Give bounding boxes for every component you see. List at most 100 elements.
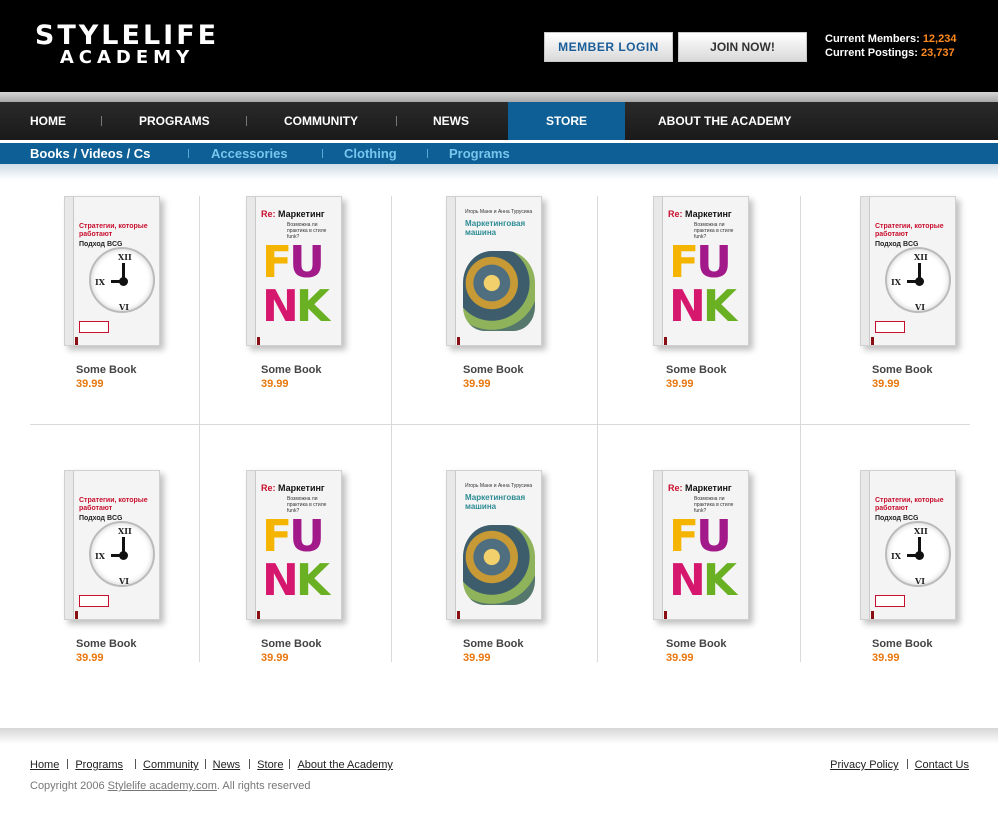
nav-store[interactable]: STORE <box>508 102 625 140</box>
bookmark-ribbon <box>871 337 874 345</box>
publisher-badge <box>79 321 109 333</box>
footer-link-community[interactable]: Community <box>143 759 199 771</box>
cover-title: Re: Маркетинг <box>261 209 325 219</box>
book-spine <box>65 197 74 345</box>
book-cover-image[interactable]: Стратегии, которые работают Подход BCG XII… <box>64 196 160 346</box>
nav-community[interactable]: COMMUNITY <box>284 102 358 140</box>
footer-separator <box>135 759 137 769</box>
footer-link-store[interactable]: Store <box>257 759 283 771</box>
grid-divider <box>391 196 392 662</box>
book-cover-image[interactable]: Игорь Манн и Анна Турусина Маркетинговая … <box>446 470 542 620</box>
clock-hand <box>119 551 128 560</box>
subnav-shadow <box>0 164 998 180</box>
funk-lettering: FU NK <box>262 241 341 332</box>
product-title[interactable]: Some Book <box>463 364 524 376</box>
cover-title: Стратегии, которые работают <box>79 497 148 512</box>
cover-title: Стратегии, которые работают <box>79 223 148 238</box>
nav-home[interactable]: HOME <box>30 102 66 140</box>
nav-news[interactable]: NEWS <box>433 102 469 140</box>
clock-numeral: XII <box>914 252 928 262</box>
book-cover-image[interactable]: Стратегии, которые работают Подход BCG XII… <box>860 196 956 346</box>
footer-separator <box>204 759 206 769</box>
book-cover-image[interactable]: Re: Маркетинг Возможна ли практика в стил… <box>246 196 342 346</box>
clock-icon: XII IX VI <box>885 521 951 587</box>
funk-letter: K <box>702 281 737 332</box>
subnav-separator <box>427 149 428 158</box>
product-title[interactable]: Some Book <box>261 638 322 650</box>
clock-numeral: VI <box>915 302 925 312</box>
copyright-site-link[interactable]: Stylelife academy.com <box>108 780 217 792</box>
member-login-button[interactable]: MEMBER LOGIN <box>544 32 673 62</box>
nav-separator <box>246 116 247 126</box>
footer-link-home[interactable]: Home <box>30 759 59 771</box>
grid-divider <box>800 196 801 662</box>
bookmark-ribbon <box>664 611 667 619</box>
book-cover-image[interactable]: Стратегии, которые работают Подход BCG XII… <box>860 470 956 620</box>
book-cover-image[interactable]: Re: Маркетинг Возможна ли практика в стил… <box>246 470 342 620</box>
funk-letter: N <box>262 281 299 332</box>
logo-line-2: ACADEMY <box>59 47 195 68</box>
subnav-separator <box>188 149 189 158</box>
join-now-button[interactable]: JOIN NOW! <box>678 32 807 62</box>
product-price: 39.99 <box>872 378 900 390</box>
cover-title: Стратегии, которые работают <box>875 497 944 512</box>
footer-link-news[interactable]: News <box>213 759 241 771</box>
footer-link-privacy[interactable]: Privacy Policy <box>830 759 898 771</box>
nav-about[interactable]: ABOUT THE ACADEMY <box>658 102 792 140</box>
postings-count: 23,737 <box>920 47 955 59</box>
clock-numeral: VI <box>119 302 129 312</box>
product-title[interactable]: Some Book <box>463 638 524 650</box>
book-cover-image[interactable]: Игорь Манн и Анна Турусина Маркетинговая … <box>446 196 542 346</box>
product-title[interactable]: Some Book <box>666 638 727 650</box>
copyright-suffix: . All rights reserved <box>216 780 311 792</box>
footer-link-about[interactable]: About the Academy <box>297 759 392 771</box>
book-cover-image[interactable]: Стратегии, которые работают Подход BCG XII… <box>64 470 160 620</box>
subnav-programs[interactable]: Programs <box>449 143 510 164</box>
postings-label: Current Postings: <box>825 47 918 59</box>
footer-secondary-nav: Privacy Policy Contact Us <box>830 759 969 771</box>
machine-illustration <box>463 251 535 331</box>
bookmark-ribbon <box>257 611 260 619</box>
book-spine <box>861 471 870 619</box>
clock-icon: XII IX VI <box>89 247 155 313</box>
cover-title-text: Маркетинг <box>685 209 732 219</box>
clock-numeral: XII <box>118 526 132 536</box>
footer-separator <box>906 759 908 769</box>
product-title[interactable]: Some Book <box>872 638 933 650</box>
book-spine <box>65 471 74 619</box>
product-title[interactable]: Some Book <box>76 638 137 650</box>
product-title[interactable]: Some Book <box>76 364 137 376</box>
nav-programs[interactable]: PROGRAMS <box>139 102 210 140</box>
product-price: 39.99 <box>76 378 104 390</box>
footer-link-contact[interactable]: Contact Us <box>915 759 969 771</box>
grid-divider <box>30 424 970 425</box>
cover-title: Маркетинговая машина <box>465 493 526 511</box>
product-price: 39.99 <box>872 652 900 664</box>
product-price: 39.99 <box>666 378 694 390</box>
subnav-accessories[interactable]: Accessories <box>211 143 288 164</box>
subnav-clothing[interactable]: Clothing <box>344 143 397 164</box>
site-header: STYLELIFE ACADEMY MEMBER LOGIN JOIN NOW!… <box>0 0 998 92</box>
bookmark-ribbon <box>257 337 260 345</box>
book-cover-image[interactable]: Re: Маркетинг Возможна ли практика в стил… <box>653 196 749 346</box>
clock-numeral: IX <box>95 551 105 561</box>
product-price: 39.99 <box>463 652 491 664</box>
book-cover-image[interactable]: Re: Маркетинг Возможна ли практика в стил… <box>653 470 749 620</box>
cover-title: Re: Маркетинг <box>668 483 732 493</box>
book-spine <box>247 471 256 619</box>
cover-title-prefix: Re: <box>261 483 276 493</box>
funk-letter: N <box>669 281 706 332</box>
product-title[interactable]: Some Book <box>666 364 727 376</box>
subnav-books-videos[interactable]: Books / Videos / Cs <box>30 143 150 164</box>
footer-link-programs[interactable]: Programs <box>75 759 123 771</box>
product-title[interactable]: Some Book <box>261 364 322 376</box>
grid-divider <box>597 196 598 662</box>
funk-letter: N <box>262 555 299 606</box>
machine-illustration <box>463 525 535 605</box>
book-spine <box>247 197 256 345</box>
product-title[interactable]: Some Book <box>872 364 933 376</box>
site-stats: Current Members: 12,234 Current Postings… <box>825 32 956 60</box>
sub-nav: Books / Videos / Cs Accessories Clothing… <box>0 143 998 164</box>
site-logo[interactable]: STYLELIFE ACADEMY <box>30 22 230 68</box>
publisher-badge <box>875 321 905 333</box>
